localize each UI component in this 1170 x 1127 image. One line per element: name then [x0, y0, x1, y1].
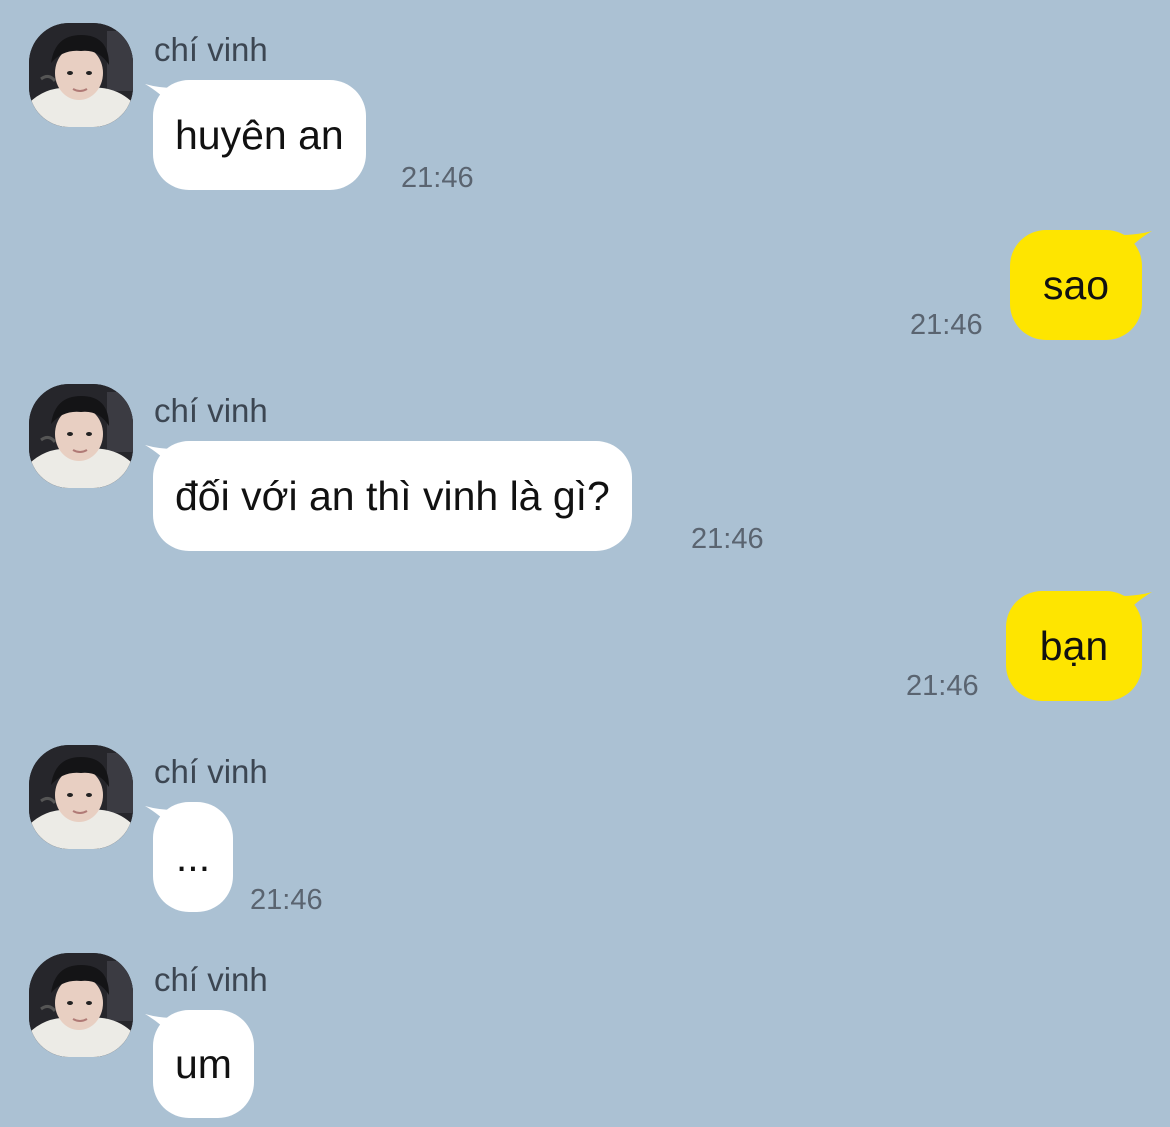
- message-bubble[interactable]: um: [153, 1010, 254, 1118]
- avatar-photo-icon: [29, 23, 133, 127]
- sender-name: chí vinh: [154, 753, 268, 790]
- avatar[interactable]: [29, 953, 133, 1057]
- message-bubble[interactable]: đối với an thì vinh là gì?: [153, 441, 632, 551]
- message-text: bạn: [1039, 623, 1109, 669]
- message-timestamp: 21:46: [250, 884, 323, 916]
- bubble-tail: [1122, 231, 1152, 255]
- chat-thread[interactable]: chí vinh huyên an 21:46 21:46 sao chí vi…: [0, 0, 1170, 1127]
- message-text: um: [175, 1041, 232, 1087]
- avatar-photo-icon: [29, 384, 133, 488]
- message-timestamp: 21:46: [401, 162, 474, 194]
- message-timestamp: 21:46: [910, 309, 983, 341]
- avatar[interactable]: [29, 745, 133, 849]
- message-text: huyên an: [175, 112, 344, 158]
- sender-name: chí vinh: [154, 31, 268, 68]
- avatar-photo-icon: [29, 953, 133, 1057]
- message-timestamp: 21:46: [906, 670, 979, 702]
- avatar-photo-icon: [29, 745, 133, 849]
- message-text: ...: [175, 834, 211, 880]
- message-bubble[interactable]: huyên an: [153, 80, 366, 190]
- avatar[interactable]: [29, 23, 133, 127]
- sender-name: chí vinh: [154, 392, 268, 429]
- message-timestamp: 21:46: [691, 523, 764, 555]
- message-text: sao: [1042, 262, 1110, 308]
- message-bubble[interactable]: ...: [153, 802, 233, 912]
- sender-name: chí vinh: [154, 961, 268, 998]
- message-text: đối với an thì vinh là gì?: [175, 473, 610, 519]
- avatar[interactable]: [29, 384, 133, 488]
- bubble-tail: [1122, 592, 1152, 616]
